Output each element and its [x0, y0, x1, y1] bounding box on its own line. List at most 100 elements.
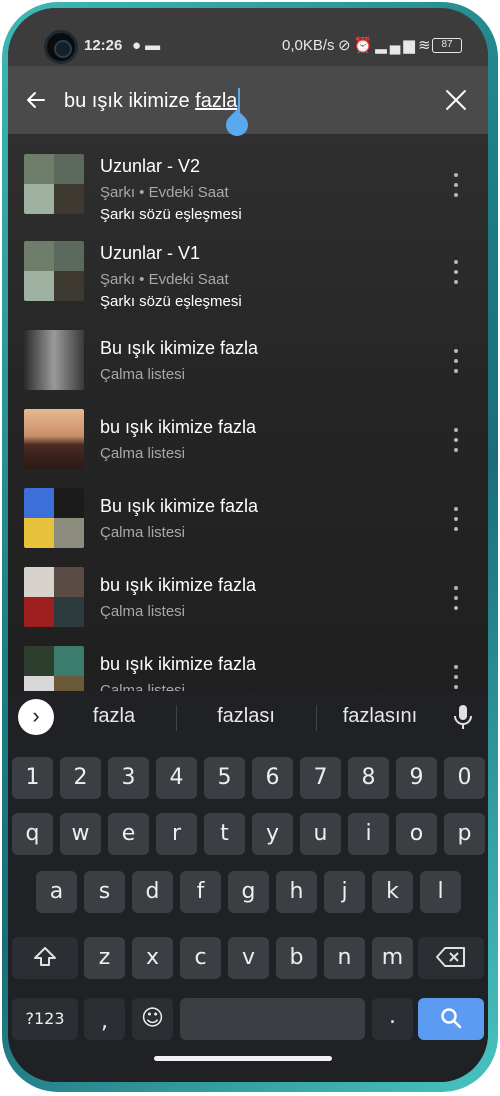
message-icon: ▬	[145, 37, 165, 54]
key-8[interactable]: 8	[348, 757, 389, 799]
comma-key[interactable]: ,	[84, 998, 125, 1040]
key-h[interactable]: h	[276, 871, 317, 913]
result-title: bu ışık ikimize fazla	[100, 417, 257, 437]
key-l[interactable]: l	[420, 871, 461, 913]
more-options-icon[interactable]	[448, 346, 464, 376]
period-key[interactable]: .	[372, 998, 413, 1040]
key-s[interactable]: s	[84, 871, 125, 913]
key-3[interactable]: 3	[108, 757, 149, 799]
more-options-icon[interactable]	[448, 662, 464, 691]
lyrics-match-label: Şarkı sözü eşleşmesi	[100, 293, 242, 310]
key-6[interactable]: 6	[252, 757, 293, 799]
key-n[interactable]: n	[324, 937, 365, 979]
battery-icon: 87	[432, 38, 462, 53]
key-2[interactable]: 2	[60, 757, 101, 799]
suggestion-3[interactable]: fazlasını	[320, 705, 440, 728]
key-z[interactable]: z	[84, 937, 125, 979]
search-query-composing: fazla	[195, 90, 238, 112]
list-item[interactable]: bu ışık ikimize fazla Çalma listesi	[8, 397, 488, 477]
back-arrow-icon[interactable]	[24, 88, 48, 112]
key-r[interactable]: r	[156, 813, 197, 855]
result-title: bu ışık ikimize fazla	[100, 575, 257, 595]
key-m[interactable]: m	[372, 937, 413, 979]
uzunlar-cover-art	[24, 241, 84, 301]
status-time: 12:26	[84, 37, 123, 54]
key-c[interactable]: c	[180, 937, 221, 979]
status-bar: 12:26 ●▬ 0,0KB/s ⊘⏰▂▄▆≋ 87	[8, 8, 488, 66]
key-7[interactable]: 7	[300, 757, 341, 799]
search-query-prefix: bu ışık ikimize	[64, 90, 196, 112]
result-subtitle: Çalma listesi	[100, 603, 186, 620]
key-p[interactable]: p	[444, 813, 485, 855]
search-header: bu ışık ikimize fazla	[8, 66, 488, 141]
key-v[interactable]: v	[228, 937, 269, 979]
status-left-icons: ●▬	[132, 37, 164, 54]
shift-key[interactable]	[12, 937, 78, 979]
key-9[interactable]: 9	[396, 757, 437, 799]
network-speed: 0,0KB/s	[282, 37, 335, 54]
key-5[interactable]: 5	[204, 757, 245, 799]
list-item[interactable]: Bu ışık ikimize fazla Çalma listesi	[8, 476, 488, 556]
uzunlar-cover-art	[24, 154, 84, 214]
more-options-icon[interactable]	[448, 425, 464, 455]
result-subtitle: Çalma listesi	[100, 524, 186, 541]
duman-mosaic-cover-art	[24, 488, 84, 548]
spotify-icon: ●	[132, 37, 146, 54]
key-x[interactable]: x	[132, 937, 173, 979]
status-right-icons: ⊘⏰▂▄▆≋	[338, 36, 434, 54]
backspace-key[interactable]	[418, 937, 484, 979]
key-g[interactable]: g	[228, 871, 269, 913]
key-b[interactable]: b	[276, 937, 317, 979]
key-4[interactable]: 4	[156, 757, 197, 799]
symbols-key[interactable]: ?123	[12, 998, 78, 1040]
result-title: bu ışık ikimize fazla	[100, 654, 257, 674]
search-icon	[441, 1008, 462, 1029]
key-u[interactable]: u	[300, 813, 341, 855]
key-a[interactable]: a	[36, 871, 77, 913]
key-f[interactable]: f	[180, 871, 221, 913]
result-subtitle: Çalma listesi	[100, 366, 186, 383]
suggestion-1[interactable]: fazla	[54, 705, 174, 728]
result-subtitle: Çalma listesi	[100, 682, 186, 691]
shift-icon	[34, 947, 56, 966]
key-o[interactable]: o	[396, 813, 437, 855]
on-screen-keyboard: › fazla fazlası fazlasını 1 2 3 4 5 6 7 …	[8, 691, 488, 1082]
result-subtitle: Şarkı • Evdeki Saat	[100, 271, 229, 288]
key-t[interactable]: t	[204, 813, 245, 855]
emoji-key[interactable]: ☺	[132, 998, 173, 1040]
key-w[interactable]: w	[60, 813, 101, 855]
more-options-icon[interactable]	[448, 257, 464, 287]
key-d[interactable]: d	[132, 871, 173, 913]
key-k[interactable]: k	[372, 871, 413, 913]
search-action-key[interactable]	[418, 998, 484, 1040]
suggestion-2[interactable]: fazlası	[186, 705, 306, 728]
list-item[interactable]: bu ışık ikimize fazla Çalma listesi	[8, 555, 488, 635]
list-item[interactable]: Uzunlar - V2 Şarkı • Evdeki Saat Şarkı s…	[8, 144, 488, 224]
microphone-icon[interactable]	[452, 703, 474, 731]
search-input[interactable]: bu ışık ikimize fazla	[64, 88, 241, 113]
suggestion-divider	[316, 705, 317, 731]
key-q[interactable]: q	[12, 813, 53, 855]
key-0[interactable]: 0	[444, 757, 485, 799]
backspace-icon	[436, 947, 465, 967]
key-i[interactable]: i	[348, 813, 389, 855]
hd-signal-icon: ▂▄▆	[375, 37, 418, 54]
list-item[interactable]: Uzunlar - V1 Şarkı • Evdeki Saat Şarkı s…	[8, 231, 488, 311]
list-item[interactable]: Bu ışık ikimize fazla Çalma listesi	[8, 318, 488, 398]
result-title: Bu ışık ikimize fazla	[100, 338, 259, 358]
key-j[interactable]: j	[324, 871, 365, 913]
expand-arrow-icon[interactable]: ›	[18, 699, 54, 735]
more-options-icon[interactable]	[448, 504, 464, 534]
key-y[interactable]: y	[252, 813, 293, 855]
home-indicator[interactable]	[154, 1056, 332, 1061]
more-options-icon[interactable]	[448, 170, 464, 200]
spacebar[interactable]	[180, 998, 365, 1040]
result-title: Uzunlar - V1	[100, 243, 201, 263]
more-options-icon[interactable]	[448, 583, 464, 613]
key-e[interactable]: e	[108, 813, 149, 855]
key-1[interactable]: 1	[12, 757, 53, 799]
bw-couple-cover-art	[24, 330, 84, 390]
close-icon[interactable]	[444, 88, 468, 112]
list-item[interactable]: bu ışık ikimize fazla Çalma listesi	[8, 634, 488, 691]
suggestion-bar: › fazla fazlası fazlasını	[8, 691, 488, 743]
